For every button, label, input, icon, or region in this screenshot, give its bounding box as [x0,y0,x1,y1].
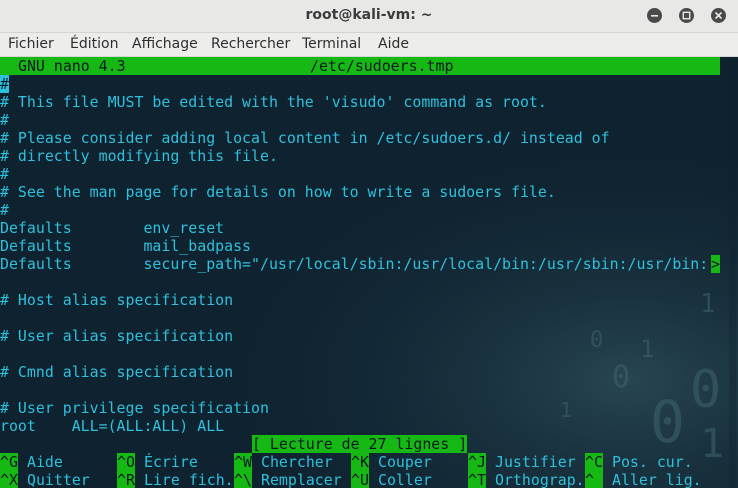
shortcut-key[interactable]: ^O [117,453,135,471]
svg-text:0: 0 [690,360,721,420]
close-icon [714,11,723,20]
shortcut-key[interactable]: ^U [351,471,369,488]
shortcut-label[interactable]: Pos. cur. [612,453,693,471]
editor-line[interactable]: Defaults secure_path="/usr/local/sbin:/u… [0,255,708,273]
shortcut-key[interactable]: ^J [468,453,486,471]
maximize-button[interactable] [679,8,694,23]
terminal-area[interactable]: 1 0 1 0 0 1 0 1 GNU nano 4.3 /etc/sudoer… [0,57,738,488]
shortcut-key[interactable]: ^G [0,453,18,471]
terminal-window: root@kali-vm: ~ Fichier Édition Affichag… [0,0,738,488]
line-continues-marker: > [711,255,720,273]
title-bar[interactable]: root@kali-vm: ~ [0,0,738,33]
editor-line[interactable]: # Cmnd alias specification [0,363,233,381]
editor-line[interactable]: root ALL=(ALL:ALL) ALL [0,417,224,435]
editor-line[interactable]: # [0,201,9,219]
menu-fichier[interactable]: Fichier [8,36,54,52]
svg-text:0: 0 [650,388,685,456]
editor-line[interactable]: # User privilege specification [0,399,269,417]
shortcut-key[interactable]: ^_ [585,471,603,488]
scrollbar[interactable] [727,57,738,488]
shortcut-label[interactable]: Quitter [27,471,90,488]
shortcut-label[interactable]: Aide [27,453,63,471]
svg-text:1: 1 [700,421,724,467]
shortcut-key[interactable]: ^R [117,471,135,488]
shortcut-label[interactable]: Remplacer [261,471,342,488]
shortcut-key[interactable]: ^W [234,453,252,471]
menu-affichage[interactable]: Affichage [132,36,198,52]
svg-text:0: 0 [590,328,603,353]
editor-line[interactable]: # [0,111,9,129]
menu-edition[interactable]: Édition [70,36,118,52]
shortcut-label[interactable]: Couper [378,453,432,471]
menu-terminal[interactable]: Terminal [302,36,361,52]
shortcut-label[interactable]: Justifier [495,453,576,471]
maximize-icon [682,11,691,20]
editor-line[interactable]: # See the man page for details on how to… [0,183,556,201]
editor-line[interactable]: # Host alias specification [0,291,233,309]
editor-line[interactable]: # Please consider adding local content i… [0,129,610,147]
shortcut-key[interactable]: ^K [351,453,369,471]
menu-rechercher[interactable]: Rechercher [211,36,290,52]
shortcut-label[interactable]: Écrire [144,453,198,471]
editor-line[interactable]: # [0,165,9,183]
minimize-button[interactable] [647,8,662,23]
svg-text:0: 0 [612,360,630,395]
text-cursor: # [0,75,9,93]
close-button[interactable] [711,8,726,23]
shortcut-label[interactable]: Aller lig. [612,471,702,488]
shortcut-label[interactable]: Lire fich. [144,471,234,488]
svg-text:1: 1 [700,289,716,319]
window-title: root@kali-vm: ~ [305,7,433,23]
shortcut-label[interactable]: Chercher [261,453,333,471]
status-message: [ Lecture de 27 lignes ] [252,435,468,453]
shortcut-label[interactable]: Coller [378,471,432,488]
svg-text:1: 1 [640,335,654,363]
shortcut-key[interactable]: ^\ [234,471,252,488]
menu-aide[interactable]: Aide [378,36,409,52]
shortcut-key[interactable]: ^X [0,471,18,488]
editor-line[interactable]: Defaults mail_badpass [0,237,251,255]
shortcut-key[interactable]: ^T [468,471,486,488]
editor-line[interactable]: Defaults env_reset [0,219,224,237]
nano-filename: /etc/sudoers.tmp [310,57,454,75]
menu-bar: Fichier Édition Affichage Rechercher Ter… [0,33,738,57]
nano-header: GNU nano 4.3 /etc/sudoers.tmp [0,57,720,75]
shortcut-label[interactable]: Orthograp. [495,471,585,488]
editor-line[interactable]: # User alias specification [0,327,233,345]
minimize-icon [651,15,658,17]
editor-line[interactable]: # directly modifying this file. [0,147,278,165]
editor-line[interactable]: # This file MUST be edited with the 'vis… [0,93,547,111]
svg-text:1: 1 [560,398,572,422]
shortcut-key[interactable]: ^C [585,453,603,471]
nano-version: GNU nano 4.3 [18,57,126,75]
